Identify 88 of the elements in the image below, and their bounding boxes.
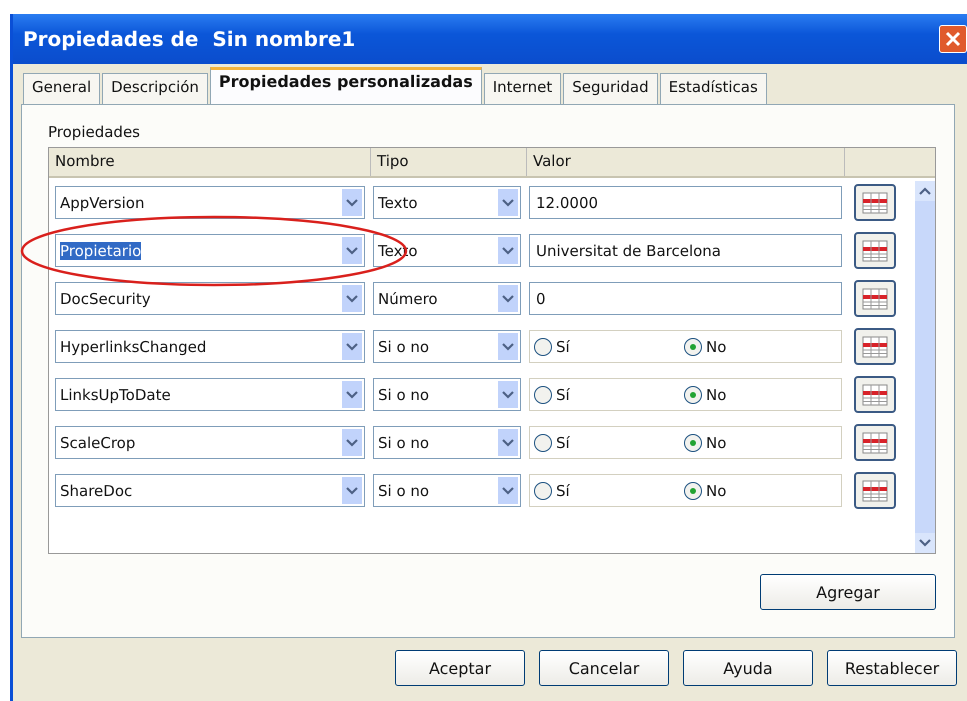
table-button[interactable] [854,184,896,221]
radio-option[interactable]: No [684,338,834,356]
dialog-button[interactable]: Restablecer [827,650,957,686]
chevron-down-icon [502,246,514,254]
table-button[interactable] [854,472,896,509]
type-combobox[interactable]: Número [373,282,521,315]
radio-label: Sí [556,338,570,356]
close-button[interactable] [939,25,967,53]
name-combobox[interactable]: DocSecurity [55,282,365,315]
radio-label: No [706,482,726,500]
scroll-up-icon [919,187,931,195]
radio-icon[interactable] [534,338,552,356]
value-field[interactable]: 12.0000 [529,186,842,219]
radio-label: Sí [556,482,570,500]
radio-option[interactable]: No [684,434,834,452]
table-icon [862,480,888,502]
table-button[interactable] [854,280,896,317]
radio-icon[interactable] [684,482,702,500]
radio-option[interactable]: Sí [534,434,684,452]
chevron-down-icon [346,390,358,398]
radio-label: No [706,338,726,356]
table-icon [862,384,888,406]
column-header[interactable]: Nombre [49,148,371,176]
value-field[interactable]: 0 [529,282,842,315]
name-combobox[interactable]: ScaleCrop [55,426,365,459]
table-button[interactable] [854,424,896,461]
tab[interactable]: General [23,73,100,104]
radio-icon[interactable] [684,434,702,452]
section-label: Propiedades [48,123,141,141]
table-icon [862,240,888,262]
type-combobox[interactable]: Si o no [373,330,521,363]
tab[interactable]: Estadísticas [660,73,767,104]
radio-icon[interactable] [534,434,552,452]
table-icon [862,192,888,214]
radio-option[interactable]: Sí [534,338,684,356]
name-combobox[interactable]: ShareDoc [55,474,365,507]
chevron-down-icon [346,198,358,206]
column-header[interactable]: Valor [527,148,845,176]
type-combobox[interactable]: Si o no [373,474,521,507]
type-combobox[interactable]: Si o no [373,426,521,459]
table-icon [862,432,888,454]
add-button[interactable]: Agregar [760,574,936,610]
radio-icon[interactable] [534,482,552,500]
chevron-down-icon [502,438,514,446]
dialog-button[interactable]: Cancelar [539,650,669,686]
table-icon [862,288,888,310]
radio-option[interactable]: No [684,386,834,404]
chevron-down-icon [502,198,514,206]
chevron-down-icon [346,342,358,350]
tab[interactable]: Seguridad [563,73,658,104]
column-header[interactable]: Tipo [371,148,527,176]
name-combobox[interactable]: Propietario [55,234,365,267]
type-combobox[interactable]: Si o no [373,378,521,411]
tab[interactable]: Descripción [102,73,208,104]
chevron-down-icon [346,438,358,446]
value-field[interactable]: Universitat de Barcelona [529,234,842,267]
table-button[interactable] [854,376,896,413]
table-icon [862,336,888,358]
radio-label: No [706,434,726,452]
radio-option[interactable]: Sí [534,386,684,404]
chevron-down-icon [346,294,358,302]
radio-option[interactable]: No [684,482,834,500]
table-button[interactable] [854,328,896,365]
chevron-down-icon [502,294,514,302]
name-combobox[interactable]: AppVersion [55,186,365,219]
radio-icon[interactable] [684,338,702,356]
scrollbar[interactable] [915,181,935,553]
dialog-button[interactable]: Aceptar [395,650,525,686]
tab[interactable]: Propiedades personalizadas [210,67,482,104]
radio-label: No [706,386,726,404]
table-button[interactable] [854,232,896,269]
tab[interactable]: Internet [484,73,562,104]
dialog-button[interactable]: Ayuda [683,650,813,686]
chevron-down-icon [502,390,514,398]
chevron-down-icon [502,486,514,494]
chevron-down-icon [346,246,358,254]
name-combobox[interactable]: HyperlinksChanged [55,330,365,363]
type-combobox[interactable]: Texto [373,186,521,219]
radio-icon[interactable] [684,386,702,404]
name-combobox[interactable]: LinksUpToDate [55,378,365,411]
radio-label: Sí [556,386,570,404]
scroll-down-icon [919,539,931,547]
window-title: Propiedades de Sin nombre1 [23,27,356,51]
radio-option[interactable]: Sí [534,482,684,500]
radio-label: Sí [556,434,570,452]
radio-icon[interactable] [534,386,552,404]
chevron-down-icon [346,486,358,494]
chevron-down-icon [502,342,514,350]
